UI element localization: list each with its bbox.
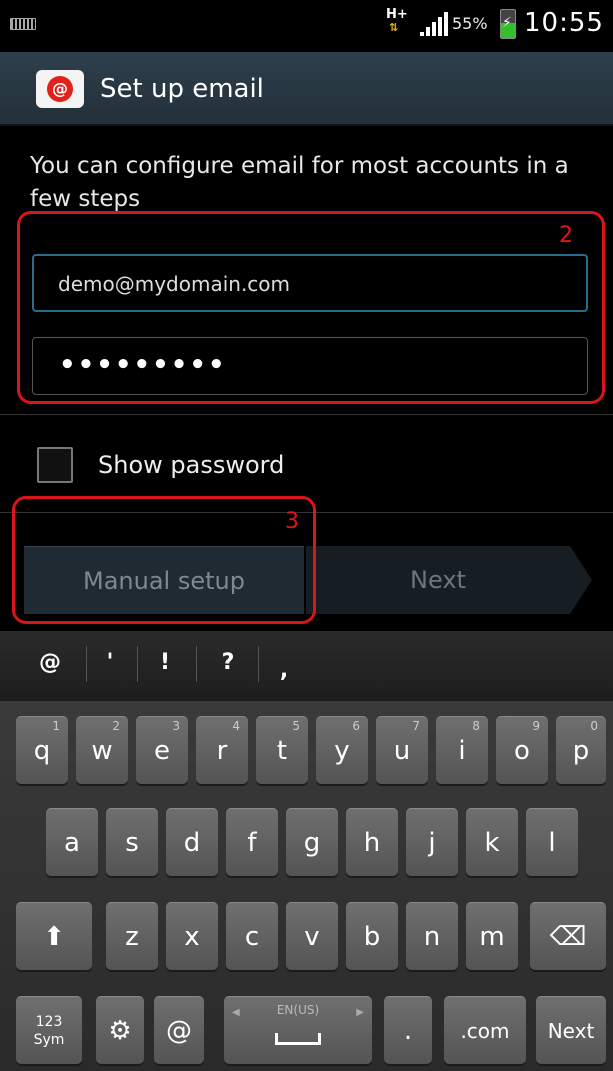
key-hint: 3	[172, 719, 180, 733]
next-key[interactable]: Next	[536, 996, 606, 1064]
settings-key[interactable]: ⚙	[96, 996, 144, 1064]
key-hint: 7	[412, 719, 420, 733]
next-button[interactable]: Next	[306, 546, 570, 614]
key-label: r	[216, 736, 228, 766]
divider	[258, 646, 259, 682]
key-hint: 2	[112, 719, 120, 733]
key-e[interactable]: 3e	[136, 716, 188, 784]
key-g[interactable]: g	[286, 808, 338, 876]
space-key[interactable]: ◀ EN(US) ▶	[224, 996, 372, 1064]
key-h[interactable]: h	[346, 808, 398, 876]
key-z[interactable]: z	[106, 902, 158, 970]
key-w[interactable]: 2w	[76, 716, 128, 784]
key-q[interactable]: 1q	[16, 716, 68, 784]
key-y[interactable]: 6y	[316, 716, 368, 784]
key-t[interactable]: 5t	[256, 716, 308, 784]
key-o[interactable]: 9o	[496, 716, 548, 784]
key-k[interactable]: k	[466, 808, 518, 876]
divider	[86, 646, 87, 682]
period-key[interactable]: .	[384, 996, 432, 1064]
charging-bolt-icon: ⚡	[502, 15, 512, 31]
key-label: w	[91, 736, 113, 766]
key-label: q	[33, 736, 51, 766]
network-activity-icon: ⇅	[389, 21, 399, 34]
language-label: EN(US)	[276, 1003, 320, 1017]
annotation-box-3	[12, 496, 316, 624]
symbol-key-question[interactable]: ?	[208, 648, 248, 678]
divider	[137, 646, 138, 682]
battery-percent: 55%	[452, 14, 488, 33]
sym-key-label-top: 123	[35, 1014, 63, 1030]
at-key[interactable]: @	[154, 996, 204, 1064]
key-r[interactable]: 4r	[196, 716, 248, 784]
shift-key[interactable]: ⬆	[16, 902, 92, 970]
symbol-key-apostrophe[interactable]: '	[90, 648, 130, 678]
shift-icon: ⬆	[43, 922, 65, 952]
key-hint: 4	[232, 719, 240, 733]
key-label: e	[154, 736, 170, 766]
at-sign-icon: @	[47, 76, 73, 102]
symbol-key-at[interactable]: @	[30, 648, 70, 678]
key-d[interactable]: d	[166, 808, 218, 876]
gear-icon: ⚙	[108, 1016, 132, 1046]
password-field[interactable]: •••••••••	[32, 337, 588, 395]
key-hint: 1	[52, 719, 60, 733]
key-u[interactable]: 7u	[376, 716, 428, 784]
key-hint: 6	[352, 719, 360, 733]
keyboard-indicator-icon	[10, 18, 36, 30]
backspace-icon: ⌫	[549, 922, 587, 952]
app-bar: @ Set up email	[0, 52, 613, 126]
key-hint: 5	[292, 719, 300, 733]
dotcom-key[interactable]: .com	[444, 996, 526, 1064]
key-f[interactable]: f	[226, 808, 278, 876]
key-s[interactable]: s	[106, 808, 158, 876]
backspace-key[interactable]: ⌫	[530, 902, 606, 970]
key-p[interactable]: 0p	[556, 716, 606, 784]
symbol-key-exclamation[interactable]: !	[145, 648, 185, 678]
key-j[interactable]: j	[406, 808, 458, 876]
chevron-right-icon: ▶	[356, 1007, 364, 1018]
email-value: demo@mydomain.com	[58, 272, 291, 296]
key-label: o	[514, 736, 530, 766]
key-label: y	[334, 736, 350, 766]
key-n[interactable]: n	[406, 902, 458, 970]
key-b[interactable]: b	[346, 902, 398, 970]
key-i[interactable]: 8i	[436, 716, 488, 784]
signal-icon	[420, 12, 448, 36]
status-bar: H+ ⇅ 55% ⚡ 10:55	[0, 0, 613, 48]
divider	[0, 414, 613, 415]
page-title: Set up email	[100, 74, 264, 104]
key-c[interactable]: c	[226, 902, 278, 970]
email-field[interactable]: demo@mydomain.com	[32, 254, 588, 312]
key-a[interactable]: a	[46, 808, 98, 876]
email-app-icon: @	[36, 70, 84, 108]
key-hint: 8	[472, 719, 480, 733]
sym-key-label-bottom: Sym	[33, 1032, 65, 1048]
key-v[interactable]: v	[286, 902, 338, 970]
key-label: p	[572, 736, 590, 766]
clock: 10:55	[524, 8, 604, 38]
key-hint: 9	[532, 719, 540, 733]
next-button-arrow	[570, 546, 592, 614]
key-label: t	[276, 736, 288, 766]
annotation-label-3: 3	[285, 509, 299, 534]
key-hint: 0	[590, 719, 598, 733]
symbol-key-comma[interactable]: ,	[264, 656, 304, 686]
battery-charging-icon: ⚡	[500, 9, 516, 39]
key-label: i	[458, 736, 466, 766]
network-type: H+	[386, 7, 408, 22]
key-m[interactable]: m	[466, 902, 518, 970]
key-l[interactable]: l	[526, 808, 578, 876]
key-label: u	[393, 736, 411, 766]
show-password-label[interactable]: Show password	[98, 450, 284, 480]
password-mask: •••••••••	[59, 350, 227, 380]
key-x[interactable]: x	[166, 902, 218, 970]
annotation-label-2: 2	[559, 223, 573, 248]
intro-text: You can configure email for most account…	[30, 153, 569, 212]
divider	[196, 646, 197, 682]
space-icon	[275, 1033, 321, 1045]
sym-key[interactable]: 123 Sym	[16, 996, 82, 1064]
show-password-checkbox[interactable]	[37, 447, 73, 483]
